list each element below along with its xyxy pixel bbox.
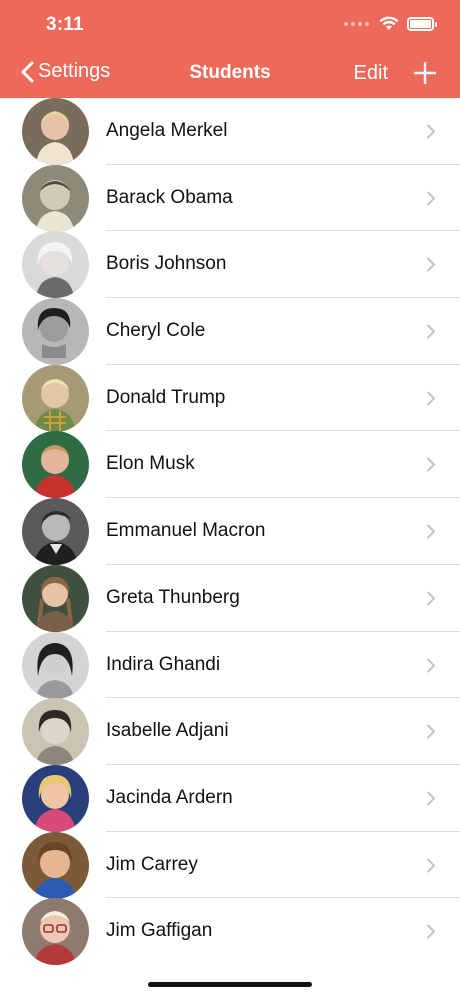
chevron-right-icon: [427, 257, 435, 272]
list-item[interactable]: Indira Ghandi: [0, 631, 460, 699]
student-name: Indira Ghandi: [106, 653, 221, 675]
plus-icon[interactable]: [414, 62, 436, 84]
avatar: [22, 98, 89, 165]
status-icons: [344, 16, 437, 31]
avatar: [22, 164, 89, 232]
avatar: [22, 564, 89, 632]
navigation-header: 3:11 Settings Students Edit: [0, 0, 460, 98]
status-time: 3:11: [46, 14, 84, 35]
student-name: Elon Musk: [106, 453, 195, 475]
home-indicator[interactable]: [148, 982, 312, 987]
chevron-right-icon: [427, 858, 435, 873]
battery-icon: [407, 16, 437, 31]
avatar: [22, 298, 89, 366]
list-item[interactable]: Donald Trump: [0, 364, 460, 432]
list-item[interactable]: Greta Thunberg: [0, 564, 460, 632]
avatar: [22, 364, 89, 432]
list-item[interactable]: Jacinda Ardern: [0, 764, 460, 832]
student-name: Cheryl Cole: [106, 320, 206, 342]
chevron-right-icon: [427, 791, 435, 806]
chevron-right-icon: [427, 324, 435, 339]
page-title: Students: [189, 62, 271, 83]
list-item[interactable]: Emmanuel Macron: [0, 498, 460, 566]
student-name: Isabelle Adjani: [106, 720, 229, 742]
list-item[interactable]: Isabelle Adjani: [0, 698, 460, 766]
chevron-right-icon: [427, 658, 435, 672]
avatar: [22, 231, 89, 299]
chevron-right-icon: [427, 457, 435, 472]
list-item[interactable]: Elon Musk: [0, 431, 460, 499]
chevron-right-icon: [427, 191, 435, 206]
student-name: Jim Carrey: [106, 853, 198, 875]
list-item[interactable]: Jim Gaffigan: [0, 898, 460, 966]
student-name: Boris Johnson: [106, 253, 227, 275]
avatar: [22, 831, 89, 899]
student-name: Donald Trump: [106, 386, 226, 408]
student-name: Angela Merkel: [106, 120, 228, 141]
chevron-right-icon: [427, 524, 435, 539]
students-list: Angela Merkel Barack Obama Boris Johnson…: [0, 98, 460, 966]
list-item[interactable]: Angela Merkel: [0, 98, 460, 165]
list-item[interactable]: Cheryl Cole: [0, 298, 460, 366]
chevron-right-icon: [427, 391, 435, 406]
signal-icon: [344, 21, 369, 26]
avatar: [22, 631, 89, 699]
wifi-icon: [379, 16, 399, 30]
list-item[interactable]: Barack Obama: [0, 164, 460, 232]
avatar: [22, 431, 89, 499]
avatar: [22, 764, 89, 832]
avatar: [22, 698, 89, 766]
list-item[interactable]: Boris Johnson: [0, 231, 460, 299]
student-name: Emmanuel Macron: [106, 520, 266, 542]
avatar: [22, 898, 89, 966]
chevron-right-icon: [427, 591, 435, 606]
chevron-right-icon: [427, 924, 435, 939]
student-name: Jacinda Ardern: [106, 786, 233, 808]
chevron-right-icon: [427, 124, 435, 139]
student-name: Barack Obama: [106, 186, 233, 208]
student-name: Jim Gaffigan: [106, 920, 213, 942]
chevron-right-icon: [427, 724, 435, 739]
list-item[interactable]: Jim Carrey: [0, 831, 460, 899]
avatar: [22, 498, 89, 566]
edit-button[interactable]: Edit: [354, 62, 388, 85]
student-name: Greta Thunberg: [106, 586, 240, 608]
